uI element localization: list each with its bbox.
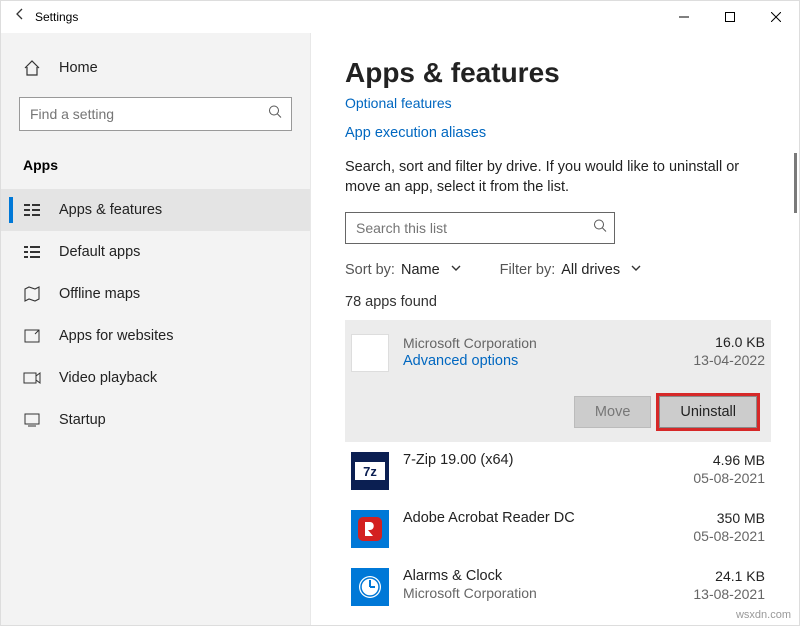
window-controls — [661, 1, 799, 33]
app-date: 05-08-2021 — [693, 470, 765, 486]
apps-features-icon — [23, 201, 41, 219]
app-size: 16.0 KB — [693, 334, 765, 350]
category-title: Apps — [1, 149, 310, 189]
move-button: Move — [574, 396, 651, 428]
app-icon-7zip: 7z — [351, 452, 389, 490]
sidebar-item-apps-features[interactable]: Apps & features — [1, 189, 310, 231]
sidebar-item-label: Offline maps — [59, 286, 140, 302]
home-label: Home — [59, 60, 98, 76]
search-icon — [268, 105, 282, 124]
home-nav[interactable]: Home — [1, 53, 310, 97]
app-name: 7-Zip 19.00 (x64) — [403, 452, 693, 468]
watermark: wsxdn.com — [736, 609, 791, 621]
startup-icon — [23, 411, 41, 429]
titlebar-left: Settings — [13, 7, 78, 26]
uninstall-button[interactable]: Uninstall — [659, 396, 757, 428]
optional-features-link[interactable]: Optional features — [345, 95, 771, 111]
back-arrow-icon[interactable] — [13, 7, 27, 26]
app-size: 4.96 MB — [693, 452, 765, 468]
window-body: Home Apps Apps & features Default app — [1, 33, 799, 625]
filter-dropdown[interactable]: Filter by: All drives — [500, 262, 642, 278]
sidebar-item-video-playback[interactable]: Video playback — [1, 357, 310, 399]
sidebar-item-offline-maps[interactable]: Offline maps — [1, 273, 310, 315]
window-title: Settings — [35, 10, 78, 24]
app-row[interactable]: 7z 7-Zip 19.00 (x64) 4.96 MB 05-08-2021 — [345, 442, 771, 500]
titlebar: Settings — [1, 1, 799, 33]
sidebar-item-apps-for-websites[interactable]: Apps for websites — [1, 315, 310, 357]
maximize-button[interactable] — [707, 1, 753, 33]
sidebar: Home Apps Apps & features Default app — [1, 33, 311, 625]
list-search-wrap — [345, 212, 615, 244]
app-row[interactable]: Adobe Acrobat Reader DC 350 MB 05-08-202… — [345, 500, 771, 558]
app-size: 350 MB — [693, 510, 765, 526]
app-date: 05-08-2021 — [693, 528, 765, 544]
app-date: 13-04-2022 — [693, 352, 765, 368]
app-row[interactable]: Alarms & Clock Microsoft Corporation 24.… — [345, 558, 771, 616]
filter-label: Filter by: — [500, 262, 556, 278]
sidebar-item-label: Apps & features — [59, 202, 162, 218]
find-setting-wrap — [19, 97, 292, 131]
sort-value: Name — [401, 262, 440, 278]
chevron-down-icon — [630, 262, 642, 278]
app-name: Adobe Acrobat Reader DC — [403, 510, 693, 526]
advanced-options-link[interactable]: Advanced options — [403, 353, 518, 369]
page-title: Apps & features — [345, 57, 771, 89]
app-execution-aliases-link[interactable]: App execution aliases — [345, 125, 771, 141]
sidebar-item-label: Default apps — [59, 244, 140, 260]
minimize-button[interactable] — [661, 1, 707, 33]
main-content: Apps & features Optional features App ex… — [311, 33, 799, 625]
home-icon — [23, 59, 41, 77]
sidebar-item-label: Startup — [59, 412, 106, 428]
sort-label: Sort by: — [345, 262, 395, 278]
sidebar-item-label: Video playback — [59, 370, 157, 386]
sort-dropdown[interactable]: Sort by: Name — [345, 262, 462, 278]
app-icon — [351, 334, 389, 372]
find-setting-input[interactable] — [19, 97, 292, 131]
app-list: Microsoft Corporation Advanced options 1… — [345, 320, 771, 616]
sidebar-item-label: Apps for websites — [59, 328, 173, 344]
app-size: 24.1 KB — [693, 568, 765, 584]
description: Search, sort and filter by drive. If you… — [345, 157, 771, 198]
app-publisher: Microsoft Corporation — [403, 335, 693, 351]
apps-count: 78 apps found — [345, 294, 771, 310]
settings-window: Settings Home — [0, 0, 800, 626]
app-icon-adobe — [351, 510, 389, 548]
default-apps-icon — [23, 243, 41, 261]
sidebar-item-default-apps[interactable]: Default apps — [1, 231, 310, 273]
app-date: 13-08-2021 — [693, 586, 765, 602]
close-button[interactable] — [753, 1, 799, 33]
filter-value: All drives — [561, 262, 620, 278]
scrollbar-thumb[interactable] — [794, 153, 797, 213]
svg-text:7z: 7z — [363, 464, 377, 479]
filters-row: Sort by: Name Filter by: All drives — [345, 262, 771, 278]
app-publisher: Microsoft Corporation — [403, 585, 693, 601]
search-icon — [593, 218, 607, 237]
video-playback-icon — [23, 369, 41, 387]
apps-websites-icon — [23, 327, 41, 345]
sidebar-item-startup[interactable]: Startup — [1, 399, 310, 441]
app-icon-alarms — [351, 568, 389, 606]
app-row-selected[interactable]: Microsoft Corporation Advanced options 1… — [345, 320, 771, 442]
offline-maps-icon — [23, 285, 41, 303]
app-name: Alarms & Clock — [403, 568, 693, 584]
search-list-input[interactable] — [345, 212, 615, 244]
chevron-down-icon — [450, 262, 462, 278]
